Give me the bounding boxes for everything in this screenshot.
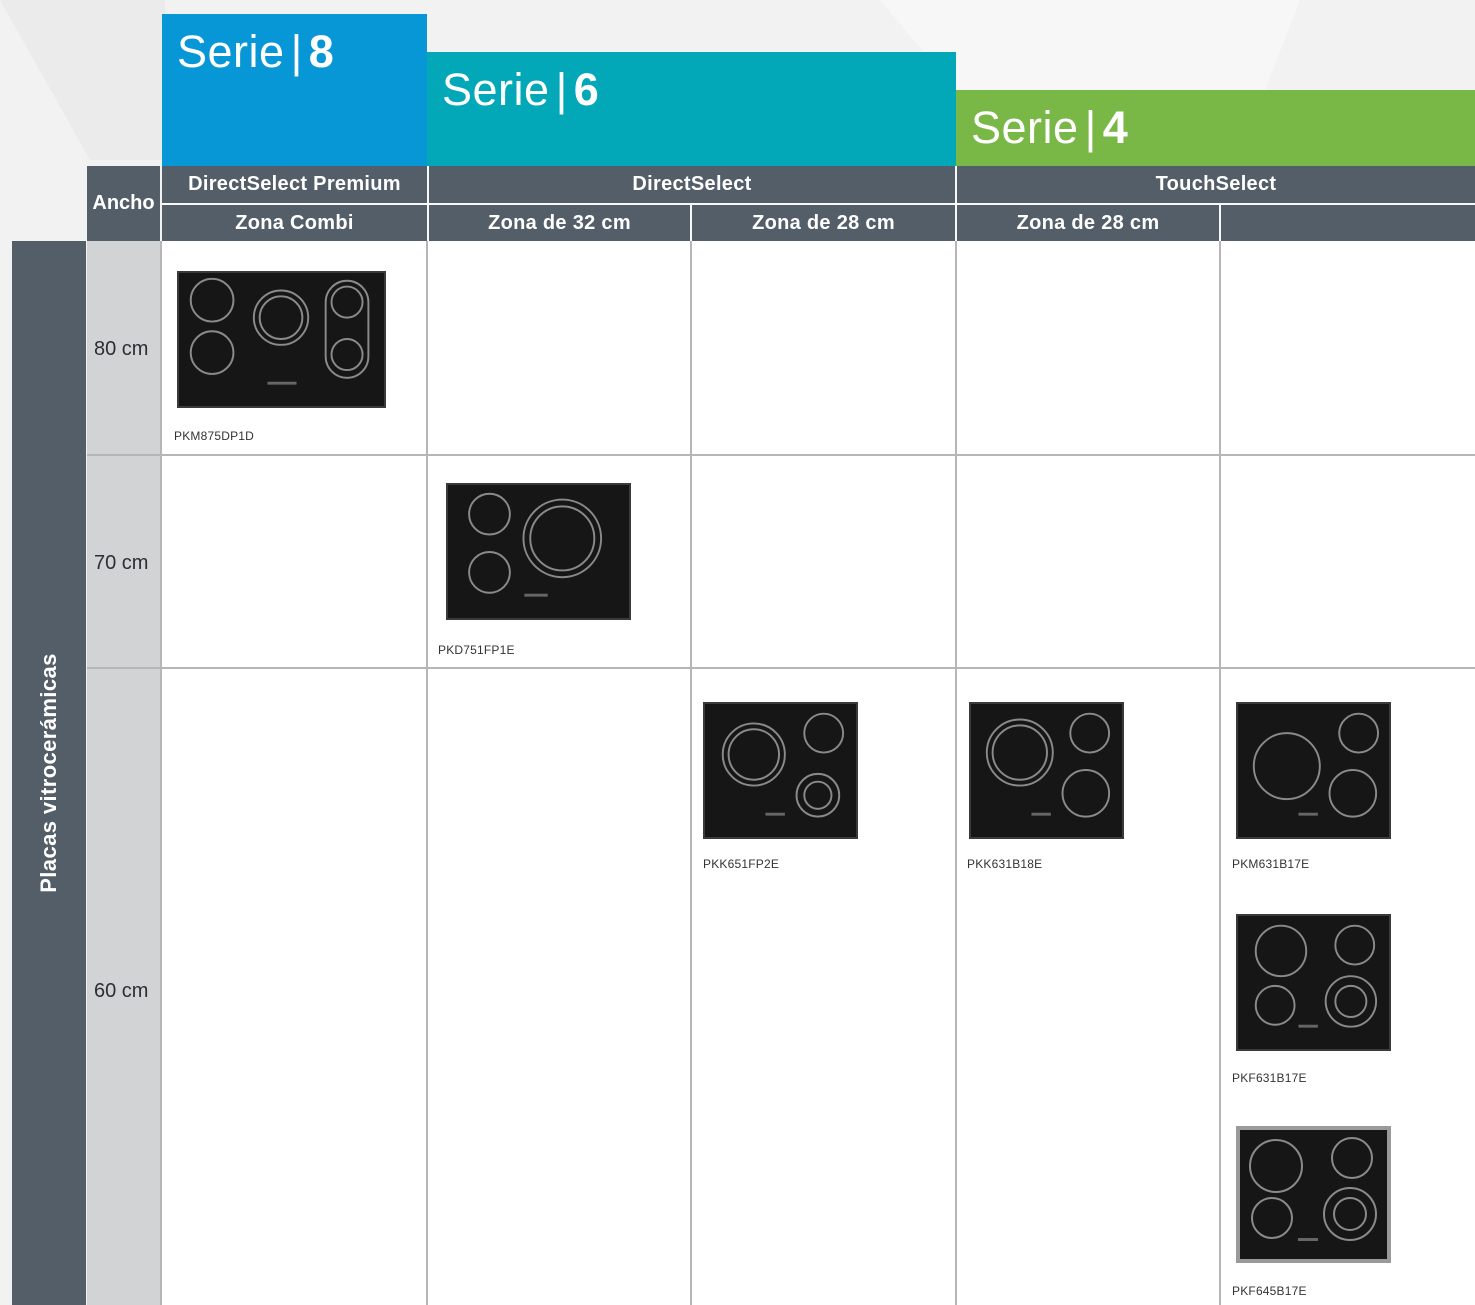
hob-3-zones-70cm-icon <box>468 492 603 597</box>
width-label-70: 70 cm <box>94 552 149 574</box>
hob-4-zones-60cm-steel-frame-icon <box>1249 1137 1377 1241</box>
zone-header-32: Zona de 32 cm <box>429 205 690 241</box>
hob-image-pkf631b17e[interactable] <box>1236 914 1391 1051</box>
width-label-80: 80 cm <box>94 338 149 360</box>
hob-image-pkm631b17e[interactable] <box>1236 702 1391 839</box>
product-model: PKK631B18E <box>967 857 1043 871</box>
category-bar: Placas vitrocerámicas <box>12 241 86 1305</box>
ancho-label: Ancho <box>92 192 155 214</box>
grid-line <box>690 241 692 1305</box>
zone-header-combi: Zona Combi <box>162 205 427 241</box>
product-model: PKD751FP1E <box>438 643 515 657</box>
serie-4-prefix: Serie <box>971 102 1079 153</box>
grid-line <box>1219 241 1221 1305</box>
line-header-directselect-premium: DirectSelect Premium <box>162 166 427 203</box>
header-separator <box>1219 205 1221 241</box>
hob-image-pkd751fp1e[interactable] <box>446 483 631 620</box>
grid-line <box>160 241 162 1305</box>
serie-4-number: 4 <box>1102 102 1129 153</box>
zone-label: Zona de 28 cm <box>752 211 895 234</box>
header-separator <box>162 203 1475 205</box>
hob-image-pkf645b17e[interactable] <box>1236 1126 1391 1263</box>
line-label: TouchSelect <box>1155 173 1277 195</box>
grid-line <box>426 241 428 1305</box>
zone-label: Zona de 32 cm <box>488 211 631 234</box>
product-model: PKK651FP2E <box>703 857 780 871</box>
hob-image-pkk651fp2e[interactable] <box>703 702 858 839</box>
serie-4-tab: Serie | 4 <box>956 90 1475 166</box>
serie-6-number: 6 <box>573 64 600 115</box>
grid-line <box>87 454 1475 456</box>
zone-label: Zona de 28 cm <box>1016 211 1160 234</box>
ancho-header: Ancho <box>87 166 160 241</box>
grid-line <box>955 241 957 1305</box>
hob-4-zones-80cm-icon <box>189 277 370 385</box>
hob-image-pkk631b18e[interactable] <box>969 702 1124 839</box>
width-label-60: 60 cm <box>94 980 149 1002</box>
hob-image-pkm875dp1d[interactable] <box>177 271 386 408</box>
hob-3-zones-60cm-icon <box>721 712 845 818</box>
product-model: PKF645B17E <box>1232 1284 1307 1298</box>
zone-header-empty <box>1221 205 1475 241</box>
hob-4-zones-60cm-icon <box>1254 924 1378 1028</box>
line-label: DirectSelect <box>632 173 752 195</box>
grid-line <box>87 667 1475 669</box>
line-header-directselect: DirectSelect <box>429 166 955 203</box>
zone-label: Zona Combi <box>235 211 354 234</box>
header-separator <box>690 205 692 241</box>
category-label: Placas vitrocerámicas <box>36 653 61 893</box>
serie-8-tab: Serie | 8 <box>162 14 427 166</box>
width-column <box>87 241 160 1305</box>
serie-6-tab: Serie | 6 <box>427 52 956 166</box>
line-header-touchselect: TouchSelect <box>957 166 1475 203</box>
hob-3-zones-60cm-icon <box>1252 712 1380 818</box>
product-model: PKF631B17E <box>1232 1071 1307 1085</box>
product-model: PKM631B17E <box>1232 857 1310 871</box>
zone-header-28-directselect: Zona de 28 cm <box>692 205 955 241</box>
line-label: DirectSelect Premium <box>188 173 401 195</box>
hob-3-zones-60cm-icon <box>985 712 1111 818</box>
zone-header-28-touchselect: Zona de 28 cm <box>957 205 1219 241</box>
serie-8-prefix: Serie <box>177 26 285 77</box>
product-model: PKM875DP1D <box>174 429 255 443</box>
serie-6-prefix: Serie <box>442 64 550 115</box>
serie-8-number: 8 <box>308 26 335 77</box>
